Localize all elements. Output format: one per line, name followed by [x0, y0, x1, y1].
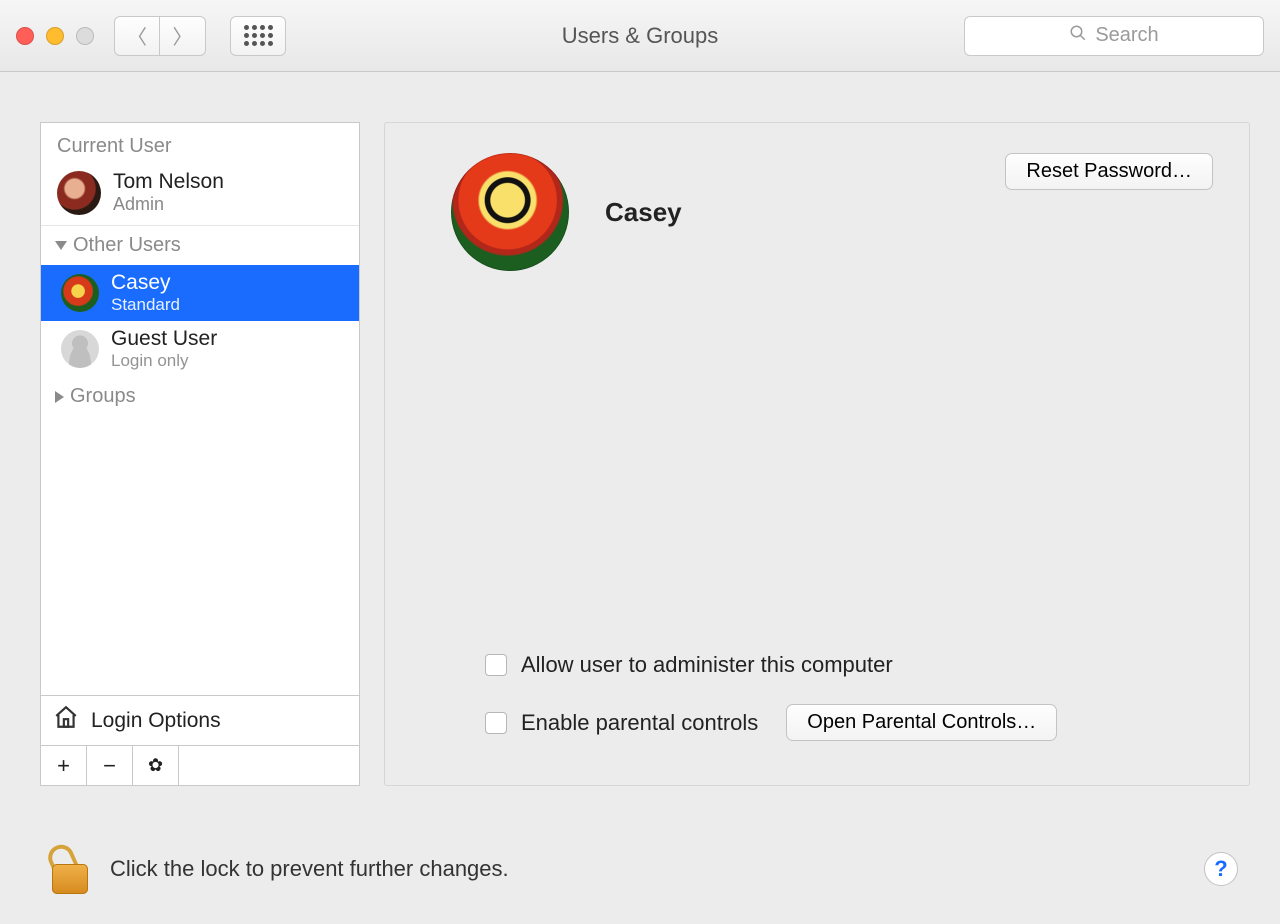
user-name: Casey — [111, 271, 180, 295]
titlebar: 〈 〉 Users & Groups Search — [0, 0, 1280, 72]
footer: Click the lock to prevent further change… — [0, 824, 1280, 924]
login-options-button[interactable]: Login Options — [41, 695, 359, 745]
chevron-down-icon — [55, 241, 67, 250]
lock-button[interactable] — [52, 844, 90, 894]
add-user-button[interactable]: + — [41, 746, 87, 785]
search-input[interactable]: Search — [964, 16, 1264, 56]
minus-icon: − — [103, 753, 116, 779]
avatar — [61, 274, 99, 312]
search-placeholder: Search — [1095, 24, 1158, 47]
open-parental-controls-button[interactable]: Open Parental Controls… — [786, 704, 1057, 741]
sidebar-toolbar: + − ✿ — [41, 745, 359, 785]
sidebar-item-casey[interactable]: Casey Standard — [41, 265, 359, 321]
chevron-right-icon: 〉 — [173, 21, 193, 50]
window-title: Users & Groups — [562, 23, 719, 49]
plus-icon: + — [57, 753, 70, 779]
forward-button[interactable]: 〉 — [160, 16, 206, 56]
user-role: Standard — [111, 295, 180, 315]
back-button[interactable]: 〈 — [114, 16, 160, 56]
other-users-disclosure[interactable]: Other Users — [41, 225, 359, 265]
login-options-label: Login Options — [91, 709, 221, 733]
search-icon — [1069, 24, 1087, 47]
show-all-button[interactable] — [230, 16, 286, 56]
enable-parental-label: Enable parental controls — [521, 710, 758, 736]
user-avatar[interactable] — [451, 153, 569, 271]
allow-admin-checkbox[interactable] — [485, 654, 507, 676]
allow-admin-checkbox-row[interactable]: Allow user to administer this computer — [485, 652, 1213, 678]
house-icon — [53, 704, 79, 737]
nav-buttons: 〈 〉 — [114, 16, 206, 56]
groups-label: Groups — [70, 385, 136, 408]
avatar — [61, 330, 99, 368]
user-detail-panel: Casey Reset Password… Allow user to admi… — [384, 122, 1250, 786]
zoom-window-button — [76, 27, 94, 45]
current-user-section-label: Current User — [41, 123, 359, 164]
avatar — [57, 171, 101, 215]
enable-parental-checkbox[interactable] — [485, 712, 507, 734]
enable-parental-checkbox-row[interactable]: Enable parental controls — [485, 710, 758, 736]
chevron-left-icon: 〈 — [127, 21, 147, 50]
lock-hint-text: Click the lock to prevent further change… — [110, 856, 509, 882]
chevron-right-icon — [55, 391, 64, 403]
window-controls — [16, 27, 94, 45]
detail-header: Casey Reset Password… — [421, 153, 1213, 271]
user-name: Guest User — [111, 327, 217, 351]
help-button[interactable]: ? — [1204, 852, 1238, 886]
minimize-window-button[interactable] — [46, 27, 64, 45]
sidebar-item-guest[interactable]: Guest User Login only — [41, 321, 359, 377]
user-role: Login only — [111, 351, 217, 371]
user-list-sidebar: Current User Tom Nelson Admin Other User… — [40, 122, 360, 786]
detail-user-name: Casey — [605, 197, 682, 228]
allow-admin-label: Allow user to administer this computer — [521, 652, 893, 678]
close-window-button[interactable] — [16, 27, 34, 45]
current-user-role: Admin — [113, 194, 224, 215]
reset-password-button[interactable]: Reset Password… — [1005, 153, 1213, 190]
remove-user-button[interactable]: − — [87, 746, 133, 785]
user-options: Allow user to administer this computer E… — [421, 652, 1213, 755]
current-user-row[interactable]: Tom Nelson Admin — [41, 164, 359, 225]
gear-icon: ✿ — [148, 755, 163, 776]
grid-icon — [244, 25, 273, 46]
current-user-name: Tom Nelson — [113, 170, 224, 194]
other-users-label: Other Users — [73, 234, 181, 257]
groups-disclosure[interactable]: Groups — [41, 377, 359, 416]
help-icon: ? — [1214, 856, 1227, 882]
actions-menu-button[interactable]: ✿ — [133, 746, 179, 785]
content-area: Current User Tom Nelson Admin Other User… — [0, 72, 1280, 806]
